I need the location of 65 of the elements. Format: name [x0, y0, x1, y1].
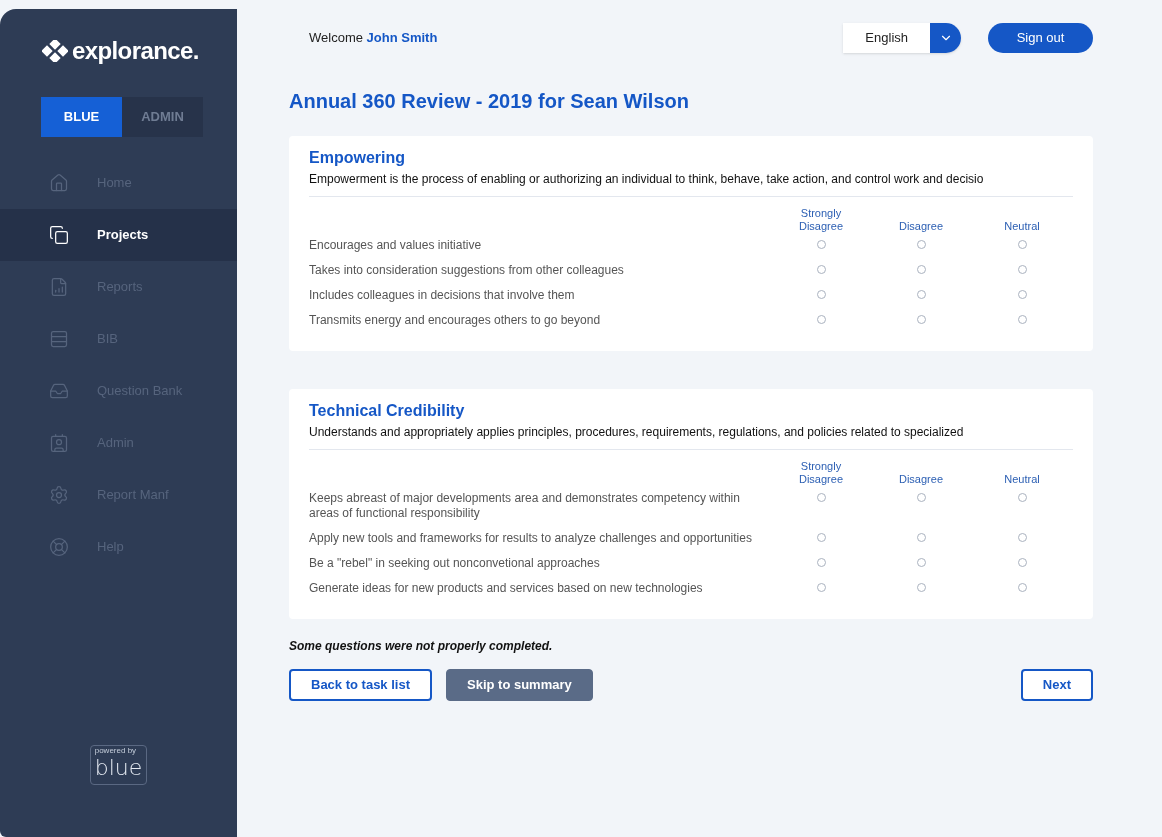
question-text: Transmits energy and encourages others to go beyond — [309, 312, 602, 329]
question-text: Takes into consideration suggestions from other colleagues — [309, 262, 625, 279]
brand-logo: explorance. — [72, 36, 199, 66]
question-text: Includes colleagues in decisions that involve them — [309, 287, 576, 304]
nav-item[interactable]: Projects — [0, 209, 237, 261]
radio-button[interactable] — [816, 240, 826, 249]
warning-message: Some questions were not properly completed. — [289, 638, 554, 655]
section-title: Technical Credibility — [309, 401, 466, 421]
radio-button[interactable] — [1017, 240, 1027, 249]
radio-button[interactable] — [1017, 290, 1027, 299]
radio-button[interactable] — [816, 265, 826, 274]
radio-button[interactable] — [816, 290, 826, 299]
radio-button[interactable] — [916, 290, 926, 299]
radio-button[interactable] — [916, 493, 926, 502]
section-description: Understands and appropriately applies principles, procedures, requirements, regulations, and policies related to specialized — [309, 423, 1073, 450]
radio-button[interactable] — [916, 240, 926, 249]
mode-tab[interactable]: ADMIN — [122, 97, 203, 137]
report-icon — [49, 277, 69, 297]
question-text: Encourages and values initiative — [309, 237, 483, 254]
section-description: Empowerment is the process of enabling or authorizing an individual to think, behave, take action, and control work and decisio — [309, 170, 1073, 197]
scale-header: Strongly Disagree — [798, 460, 844, 486]
powered-by-caption: powered by — [94, 746, 137, 756]
radio-button[interactable] — [1017, 533, 1027, 542]
documents-icon — [49, 225, 69, 245]
question-text: Generate ideas for new products and services based on new technologies — [309, 580, 704, 597]
action-button[interactable]: Next — [1020, 669, 1093, 701]
scale-header: Strongly Disagree — [798, 207, 844, 233]
scale-header: Neutral — [1003, 473, 1041, 486]
settings-icon — [49, 485, 69, 505]
action-button[interactable]: Back to task list — [289, 669, 432, 701]
radio-button[interactable] — [916, 265, 926, 274]
radio-button[interactable] — [816, 558, 826, 567]
powered-by-logo: blue — [94, 756, 143, 780]
mode-tab[interactable]: BLUE — [41, 97, 122, 137]
radio-button[interactable] — [1017, 493, 1027, 502]
radio-button[interactable] — [816, 533, 826, 542]
welcome-text: Welcome John Smith — [309, 29, 438, 48]
radio-button[interactable] — [1017, 558, 1027, 567]
sign-out-button[interactable]: Sign out — [988, 23, 1093, 53]
question-text: Keeps abreast of major developments area and demonstrates competency within areas of functional responsibility — [309, 490, 741, 522]
list-icon — [49, 329, 69, 349]
inbox-icon — [49, 381, 69, 401]
radio-button[interactable] — [916, 315, 926, 324]
logo-icon — [42, 40, 68, 62]
lifebuoy-icon — [49, 537, 69, 557]
question-text: Be a "rebel" in seeking out nonconvetional approaches — [309, 555, 601, 572]
action-button[interactable]: Skip to summary — [446, 669, 593, 701]
scale-header: Disagree — [898, 220, 944, 233]
radio-button[interactable] — [816, 493, 826, 502]
radio-button[interactable] — [916, 583, 926, 592]
home-icon — [49, 173, 69, 193]
section-title: Empowering — [309, 148, 406, 168]
radio-button[interactable] — [916, 533, 926, 542]
scale-header: Neutral — [1003, 220, 1041, 233]
radio-button[interactable] — [1017, 265, 1027, 274]
radio-button[interactable] — [816, 315, 826, 324]
question-text: Apply new tools and frameworks for results to analyze challenges and opportunities — [309, 530, 753, 547]
id-card-icon — [49, 433, 69, 453]
radio-button[interactable] — [816, 583, 826, 592]
scale-header: Disagree — [898, 473, 944, 486]
page-title: Annual 360 Review - 2019 for Sean Wilson — [289, 89, 690, 114]
radio-button[interactable] — [1017, 315, 1027, 324]
language-select[interactable]: English — [843, 23, 961, 53]
radio-button[interactable] — [1017, 583, 1027, 592]
radio-button[interactable] — [916, 558, 926, 567]
